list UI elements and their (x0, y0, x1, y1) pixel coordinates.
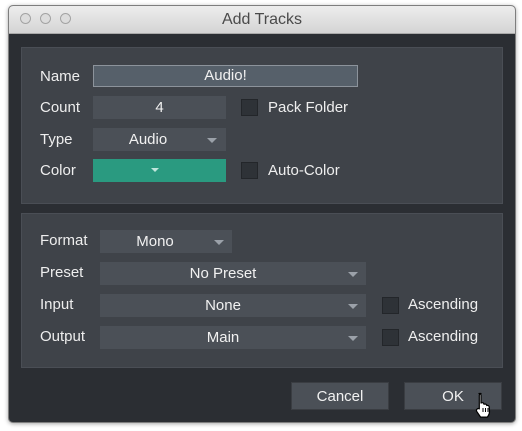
output-ascending-checkbox[interactable] (382, 329, 399, 346)
auto-color-checkbox[interactable] (241, 162, 258, 179)
chevron-down-icon (151, 168, 159, 172)
type-label: Type (40, 131, 73, 148)
type-select-value: Audio (128, 131, 168, 148)
add-tracks-window: Add Tracks Name Audio! Count 4 Pack Fold… (8, 5, 516, 423)
hand-cursor-icon (475, 392, 491, 418)
track-settings-panel: Name Audio! Count 4 Pack Folder Type Aud… (21, 47, 503, 204)
output-ascending-label: Ascending (408, 328, 479, 345)
title-bar: Add Tracks (9, 6, 515, 34)
input-ascending-label: Ascending (408, 296, 479, 313)
format-select[interactable]: Mono (100, 230, 232, 253)
preset-select[interactable]: No Preset (100, 262, 366, 285)
output-select[interactable]: Main (100, 326, 366, 349)
io-settings-panel: Format Mono Preset No Preset Input None … (21, 213, 503, 368)
color-label: Color (40, 162, 76, 179)
input-ascending-checkbox[interactable] (382, 297, 399, 314)
pack-folder-checkbox[interactable] (241, 99, 258, 116)
type-select[interactable]: Audio (93, 128, 226, 151)
preset-label: Preset (40, 264, 84, 281)
name-input[interactable]: Audio! (93, 65, 358, 87)
format-select-value: Mono (136, 233, 174, 250)
chevron-down-icon (348, 336, 358, 341)
count-input[interactable]: 4 (93, 96, 226, 119)
format-label: Format (40, 232, 88, 249)
color-swatch-dropdown[interactable] (93, 159, 226, 182)
chevron-down-icon (207, 138, 217, 143)
pack-folder-label: Pack Folder (268, 99, 349, 116)
count-label: Count (40, 99, 81, 116)
output-label: Output (40, 328, 86, 345)
name-label: Name (40, 68, 81, 85)
preset-select-value: No Preset (189, 265, 257, 282)
window-title: Add Tracks (221, 11, 303, 28)
cancel-button[interactable]: Cancel (291, 382, 389, 410)
name-input-value: Audio! (204, 67, 247, 84)
chevron-down-icon (348, 272, 358, 277)
chevron-down-icon (348, 304, 358, 309)
output-select-value: Main (206, 329, 240, 346)
input-select-value: None (205, 297, 241, 314)
input-label: Input (40, 296, 74, 313)
count-input-value: 4 (155, 99, 164, 116)
chevron-down-icon (214, 240, 224, 245)
input-select[interactable]: None (100, 294, 366, 317)
auto-color-label: Auto-Color (268, 162, 340, 179)
